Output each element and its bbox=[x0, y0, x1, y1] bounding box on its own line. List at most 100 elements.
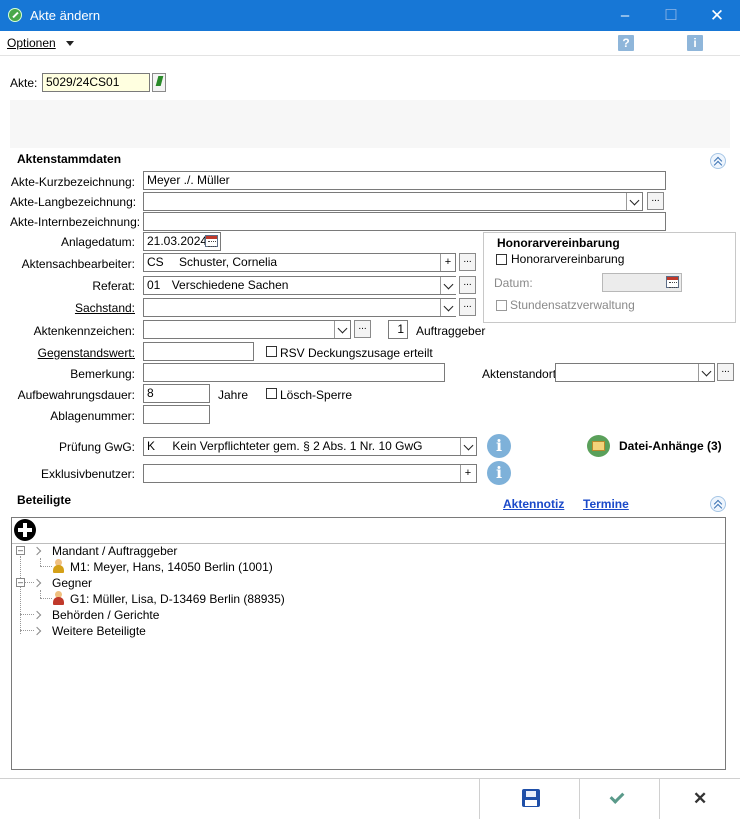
termine-link[interactable]: Termine bbox=[583, 497, 629, 511]
aktenstandort-more-button[interactable]: ... bbox=[717, 363, 734, 381]
aktenkennzeichen-dropdown-icon[interactable] bbox=[334, 321, 350, 338]
tree-item-mandant[interactable]: M1: Meyer, Hans, 14050 Berlin (1001) bbox=[70, 560, 273, 574]
honorar-group-title: Honorarvereinbarung bbox=[497, 236, 620, 250]
akte-pin-button[interactable] bbox=[152, 73, 166, 92]
mandant-person-icon bbox=[52, 559, 65, 573]
gwg-info-icon[interactable]: i bbox=[487, 434, 511, 458]
tree-group-gegner[interactable]: Gegner bbox=[52, 576, 92, 590]
rsv-label: RSV Deckungszusage erteilt bbox=[280, 346, 433, 360]
sachbearbeiter-add-button[interactable]: + bbox=[440, 254, 455, 271]
collapse-beteiligte-icon[interactable] bbox=[710, 496, 726, 512]
beteiligte-tree-panel: – Mandant / Auftraggeber M1: Meyer, Hans… bbox=[11, 517, 726, 770]
sachstand-more-button[interactable]: ... bbox=[459, 298, 476, 316]
langbezeichnung-more-button[interactable]: ... bbox=[647, 192, 664, 210]
tree-connector bbox=[40, 590, 41, 598]
floppy-disk-icon bbox=[522, 789, 540, 807]
app-icon bbox=[8, 8, 22, 22]
aktenstandort-select[interactable] bbox=[555, 363, 715, 382]
sachstand-dropdown-icon[interactable] bbox=[440, 299, 456, 316]
ablagenummer-label: Ablagenummer: bbox=[50, 409, 135, 423]
akte-number-field[interactable]: 5029/24CS01 bbox=[42, 73, 150, 92]
tree-expander-gegner[interactable]: – bbox=[16, 578, 25, 587]
gegenstandswert-input[interactable] bbox=[143, 342, 254, 361]
maximize-button[interactable]: ☐ bbox=[648, 0, 694, 31]
gwg-code: K bbox=[147, 439, 156, 453]
akte-label: Akte: bbox=[10, 76, 38, 90]
honorar-checkbox[interactable] bbox=[496, 254, 507, 265]
info-icon[interactable]: i bbox=[687, 35, 703, 51]
anlagedatum-calendar-icon[interactable] bbox=[205, 235, 218, 247]
referat-label: Referat: bbox=[92, 279, 135, 293]
sachbearbeiter-more-button[interactable]: ... bbox=[459, 253, 476, 271]
tree-connector bbox=[40, 598, 52, 599]
aufbewahrung-input[interactable]: 8 bbox=[143, 384, 210, 403]
aufbewahrung-label: Aufbewahrungsdauer: bbox=[17, 388, 135, 402]
ablagenummer-input[interactable] bbox=[143, 405, 210, 424]
honorar-group: Honorarvereinbarung Honorarvereinbarung … bbox=[483, 232, 736, 323]
honorar-calendar-icon[interactable] bbox=[666, 276, 679, 288]
help-question-icon[interactable]: ? bbox=[618, 35, 634, 51]
add-beteiligter-button[interactable] bbox=[14, 519, 36, 541]
aktenkennzeichen-more-button[interactable]: ... bbox=[354, 320, 371, 338]
referat-more-button[interactable]: ... bbox=[459, 276, 476, 294]
langbezeichnung-dropdown-icon[interactable] bbox=[626, 193, 642, 210]
collapse-stammdaten-icon[interactable] bbox=[710, 153, 726, 169]
chevron-right-icon bbox=[32, 578, 42, 588]
stundensatz-checkbox[interactable] bbox=[496, 300, 507, 311]
gwg-text: Kein Verpflichteter gem. § 2 Abs. 1 Nr. … bbox=[172, 439, 423, 453]
loeschsperre-checkbox[interactable] bbox=[266, 388, 277, 399]
title-bar: Akte ändern – ☐ ✕ bbox=[0, 0, 740, 31]
aktenstandort-dropdown-icon[interactable] bbox=[698, 364, 714, 381]
aktenstandort-label: Aktenstandort: bbox=[482, 367, 560, 381]
bemerkung-input[interactable] bbox=[143, 363, 445, 382]
aktennotiz-link[interactable]: Aktennotiz bbox=[503, 497, 564, 511]
tree-item-gegner[interactable]: G1: Müller, Lisa, D-13469 Berlin (88935) bbox=[70, 592, 285, 606]
gwg-select[interactable]: K Kein Verpflichteter gem. § 2 Abs. 1 Nr… bbox=[143, 437, 477, 456]
gegenstandswert-label: Gegenstandswert: bbox=[37, 346, 135, 360]
exklusiv-input[interactable] bbox=[143, 464, 477, 483]
exklusiv-add-button[interactable]: + bbox=[460, 465, 475, 482]
cancel-button[interactable]: ✕ bbox=[659, 779, 740, 819]
tree-group-mandant[interactable]: Mandant / Auftraggeber bbox=[52, 544, 177, 558]
referat-select[interactable]: 01 Verschiedene Sachen bbox=[143, 276, 456, 295]
aktenkennzeichen-label: Aktenkennzeichen: bbox=[33, 324, 135, 338]
sachbearbeiter-label: Aktensachbearbeiter: bbox=[21, 257, 135, 271]
checkmark-icon bbox=[609, 789, 625, 804]
tree-connector bbox=[40, 558, 41, 566]
referat-dropdown-icon[interactable] bbox=[440, 277, 456, 294]
honorar-datum-label: Datum: bbox=[494, 276, 533, 290]
pin-icon bbox=[155, 76, 164, 86]
chevron-right-icon bbox=[32, 546, 42, 556]
aktenkennzeichen-input[interactable] bbox=[143, 320, 351, 339]
sachbearbeiter-input[interactable]: CS Schuster, Cornelia bbox=[143, 253, 456, 272]
chevron-right-icon bbox=[32, 610, 42, 620]
exklusiv-info-icon[interactable]: i bbox=[487, 461, 511, 485]
close-window-button[interactable]: ✕ bbox=[694, 0, 740, 31]
gwg-dropdown-icon[interactable] bbox=[460, 438, 476, 455]
anlagedatum-label: Anlagedatum: bbox=[60, 235, 135, 249]
save-button[interactable] bbox=[479, 779, 580, 819]
auftraggeber-count-field[interactable]: 1 bbox=[388, 320, 408, 339]
section-aktenstammdaten-title: Aktenstammdaten bbox=[17, 152, 122, 166]
sachstand-select[interactable] bbox=[143, 298, 456, 317]
menu-dropdown-icon[interactable] bbox=[66, 41, 74, 46]
rsv-checkbox[interactable] bbox=[266, 346, 277, 357]
sachstand-label: Sachstand: bbox=[74, 301, 135, 315]
referat-code: 01 bbox=[147, 278, 161, 292]
tree-group-weitere[interactable]: Weitere Beteiligte bbox=[52, 624, 146, 638]
menu-bar: Optionen ? i bbox=[0, 31, 740, 56]
tree-group-behoerden[interactable]: Behörden / Gerichte bbox=[52, 608, 159, 622]
menu-optionen[interactable]: Optionen bbox=[7, 36, 56, 50]
gwg-label: Prüfung GwG: bbox=[58, 440, 135, 454]
tree-expander-mandant[interactable]: – bbox=[16, 546, 25, 555]
sachbearbeiter-name: Schuster, Cornelia bbox=[179, 255, 278, 269]
internbezeichnung-input[interactable] bbox=[143, 212, 666, 231]
langbezeichnung-input[interactable] bbox=[143, 192, 643, 211]
attachment-folder-icon[interactable] bbox=[587, 435, 610, 457]
minimize-button[interactable]: – bbox=[602, 0, 648, 31]
datei-anhaenge-link[interactable]: Datei-Anhänge (3) bbox=[619, 439, 722, 453]
ok-button[interactable] bbox=[579, 779, 660, 819]
honorar-checkbox-label: Honorarvereinbarung bbox=[511, 252, 625, 266]
kurzbezeichnung-input[interactable]: Meyer ./. Müller bbox=[143, 171, 666, 190]
aufbewahrung-unit: Jahre bbox=[218, 388, 249, 402]
